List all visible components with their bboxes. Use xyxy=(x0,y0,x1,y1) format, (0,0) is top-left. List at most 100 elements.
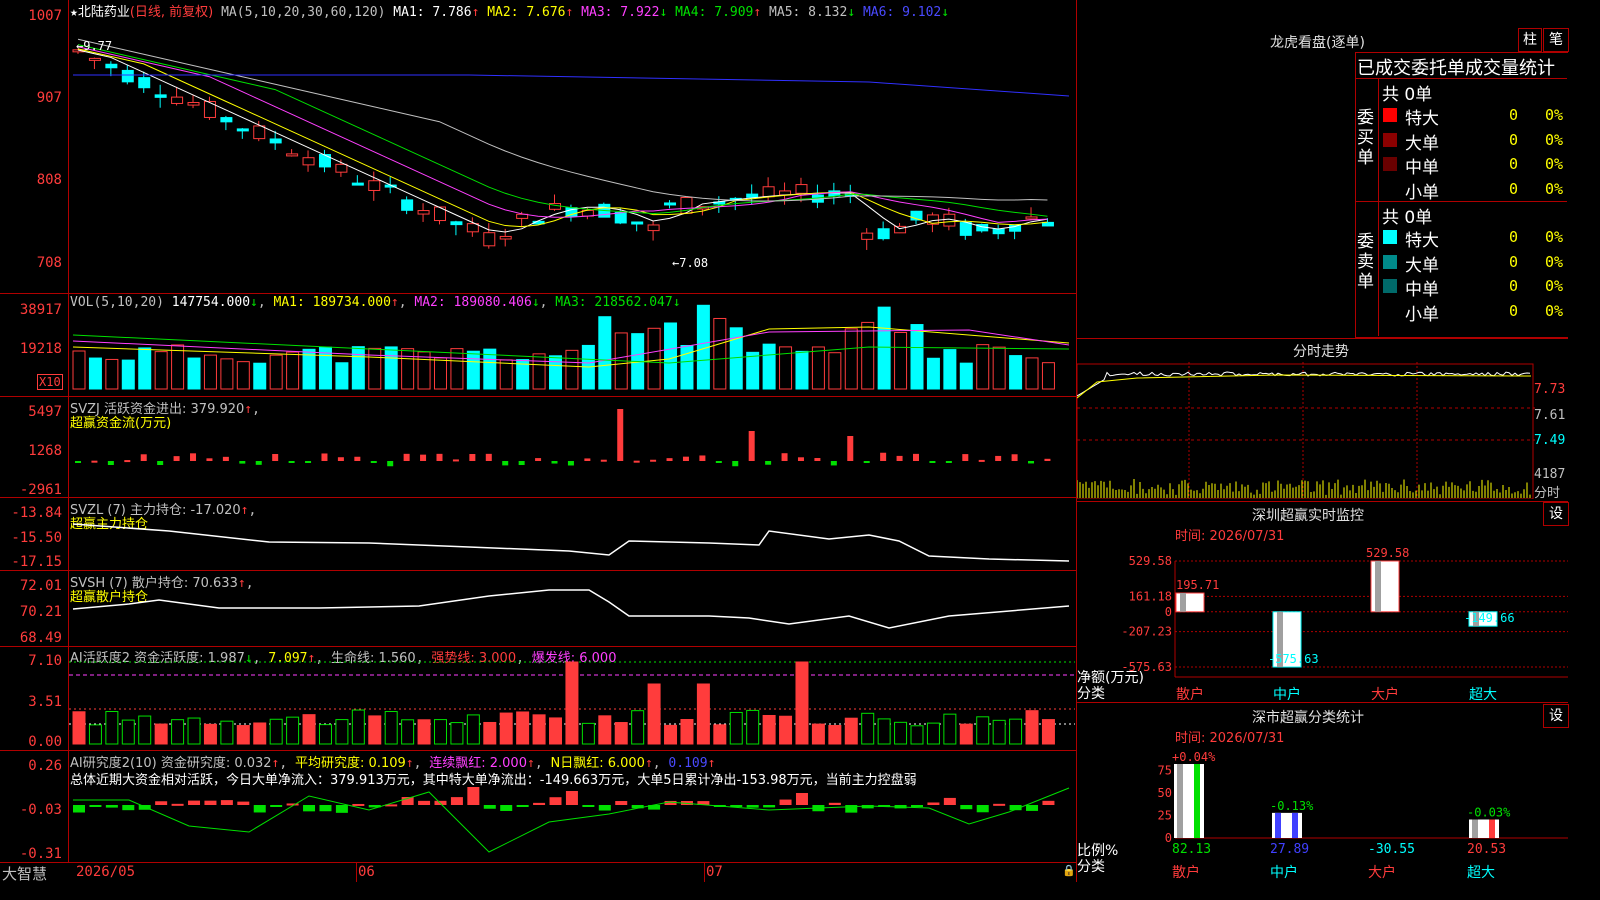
lhkp-hline-2 xyxy=(1355,201,1567,202)
ai1-bar xyxy=(729,711,743,745)
svzj-bar xyxy=(567,461,574,466)
volume-bar xyxy=(187,357,201,390)
svzj-bar xyxy=(305,461,312,463)
volume-bar xyxy=(499,359,513,390)
szcls-settings-button[interactable]: 设 xyxy=(1543,704,1569,728)
ai1-bar xyxy=(318,724,332,745)
ai1-bar xyxy=(269,718,283,745)
candle-body xyxy=(795,184,808,194)
svzj-bar xyxy=(781,453,788,461)
fenshi-chart[interactable] xyxy=(1077,362,1535,499)
ai2-bar xyxy=(565,791,578,805)
svzj-bar xyxy=(75,461,81,463)
szcls-bar-shade xyxy=(1275,812,1281,838)
svzj-bar xyxy=(1028,461,1035,464)
svzj-bar xyxy=(814,458,821,461)
svzl-axis-2: -15.50 xyxy=(11,530,62,546)
lhkp-vline xyxy=(1378,78,1379,336)
szcls-value-label: 82.13 xyxy=(1172,842,1211,857)
ai1-chart[interactable] xyxy=(69,648,1075,749)
ai2-bar xyxy=(253,805,266,813)
ai1-bar xyxy=(516,711,530,745)
candle-body xyxy=(351,182,364,186)
ai1-bar xyxy=(861,712,875,745)
buy-row-count: 0 xyxy=(1509,155,1519,173)
buy-row-count: 0 xyxy=(1509,130,1519,149)
ai1-bar xyxy=(384,711,398,745)
buy-row-swatch xyxy=(1383,157,1397,171)
candle-body xyxy=(220,117,233,123)
svzj-axis-3: -2961 xyxy=(19,482,62,498)
volume-bar xyxy=(746,351,760,390)
svzj-bar xyxy=(912,453,919,461)
ai2-bar xyxy=(943,797,956,805)
ai1-bar xyxy=(1041,719,1055,745)
svzj-bar xyxy=(190,453,197,461)
column-toggle-button[interactable]: 柱 xyxy=(1518,28,1542,52)
sell-total: 共 0单 xyxy=(1382,208,1433,228)
kline-chart[interactable] xyxy=(69,18,1075,292)
szmon-settings-button[interactable]: 设 xyxy=(1543,502,1569,526)
szcls-category-label: 大户 xyxy=(1368,864,1396,881)
candle-body xyxy=(368,180,381,191)
date-label-3: 07 xyxy=(706,864,723,880)
szcls-category-label: 中户 xyxy=(1270,864,1298,881)
fenshi-avg-line xyxy=(1077,374,1532,399)
ai2-bar xyxy=(795,793,808,805)
svzj-bar xyxy=(157,461,164,466)
szmon-axis-label: 0 xyxy=(1165,605,1172,619)
volume-bar xyxy=(286,351,300,390)
szcls-axis-label: 25 xyxy=(1158,808,1172,822)
sell-row-percent: 0% xyxy=(1545,277,1564,295)
lock-icon[interactable]: 🔒 xyxy=(1062,864,1076,877)
svsh-axis-2: 70.21 xyxy=(19,604,62,620)
volume-chart[interactable] xyxy=(69,297,1075,395)
ai1-bar xyxy=(236,725,250,745)
svzj-bar xyxy=(354,456,361,461)
ai1-axis-1: 7.10 xyxy=(28,653,62,669)
fenshi-title: 分时走势 xyxy=(1293,344,1349,360)
szmon-chart[interactable]: 529.58161.180-207.23-575.63195.71散户-575.… xyxy=(1077,540,1568,700)
ai2-bar xyxy=(73,805,85,813)
tick-toggle-button[interactable]: 笔 xyxy=(1543,28,1569,52)
ai2-bar xyxy=(89,805,102,807)
svzj-bar xyxy=(436,453,443,461)
svsh-chart[interactable] xyxy=(69,572,1075,645)
candle-body xyxy=(664,202,677,206)
ai2-bar xyxy=(976,805,989,813)
low-annotation: ←7.08 xyxy=(672,256,709,270)
fenshi-axis-2: 7.61 xyxy=(1534,408,1566,423)
volume-bar xyxy=(549,355,563,390)
candle-body xyxy=(335,163,348,173)
szcls-top-label: +0.04% xyxy=(1172,750,1216,764)
svzj-bar xyxy=(535,458,542,461)
candle-body xyxy=(187,102,200,106)
svzj-bar xyxy=(387,461,394,467)
ai1-bar xyxy=(220,720,234,745)
sell-row-swatch xyxy=(1383,254,1397,269)
ai1-bar xyxy=(959,723,973,745)
volume-bar xyxy=(466,350,480,390)
volume-bar xyxy=(565,349,579,390)
svzj-chart[interactable] xyxy=(69,398,1075,496)
volume-bar xyxy=(894,331,908,390)
ai1-bar xyxy=(351,709,365,745)
lhkp-subtitle: 已成交委托单成交量统计 xyxy=(1357,58,1555,79)
szcls-bar-stripe xyxy=(1489,819,1495,838)
ai1-bar xyxy=(910,725,924,745)
szcls-chart[interactable]: 75 50 25 0 +0.04% 82.13 散户 -0.13% 27.89 中户 -30.55 大… xyxy=(1077,742,1568,882)
ai1-bar xyxy=(811,723,825,745)
volume-bar xyxy=(976,344,990,390)
ai1-bar xyxy=(992,719,1006,745)
price-axis-907: 907 xyxy=(36,90,62,106)
buy-row-swatch xyxy=(1383,181,1397,196)
ai2-chart[interactable] xyxy=(69,752,1075,861)
svzj-bar xyxy=(420,454,427,461)
volume-bar xyxy=(121,359,135,390)
ai1-bar xyxy=(926,722,940,745)
ai1-bar xyxy=(499,712,513,745)
svsh-axis-3: 68.49 xyxy=(19,630,62,646)
ai2-bar xyxy=(418,800,431,805)
ai1-bar xyxy=(253,722,267,745)
svzl-chart[interactable] xyxy=(69,499,1075,569)
